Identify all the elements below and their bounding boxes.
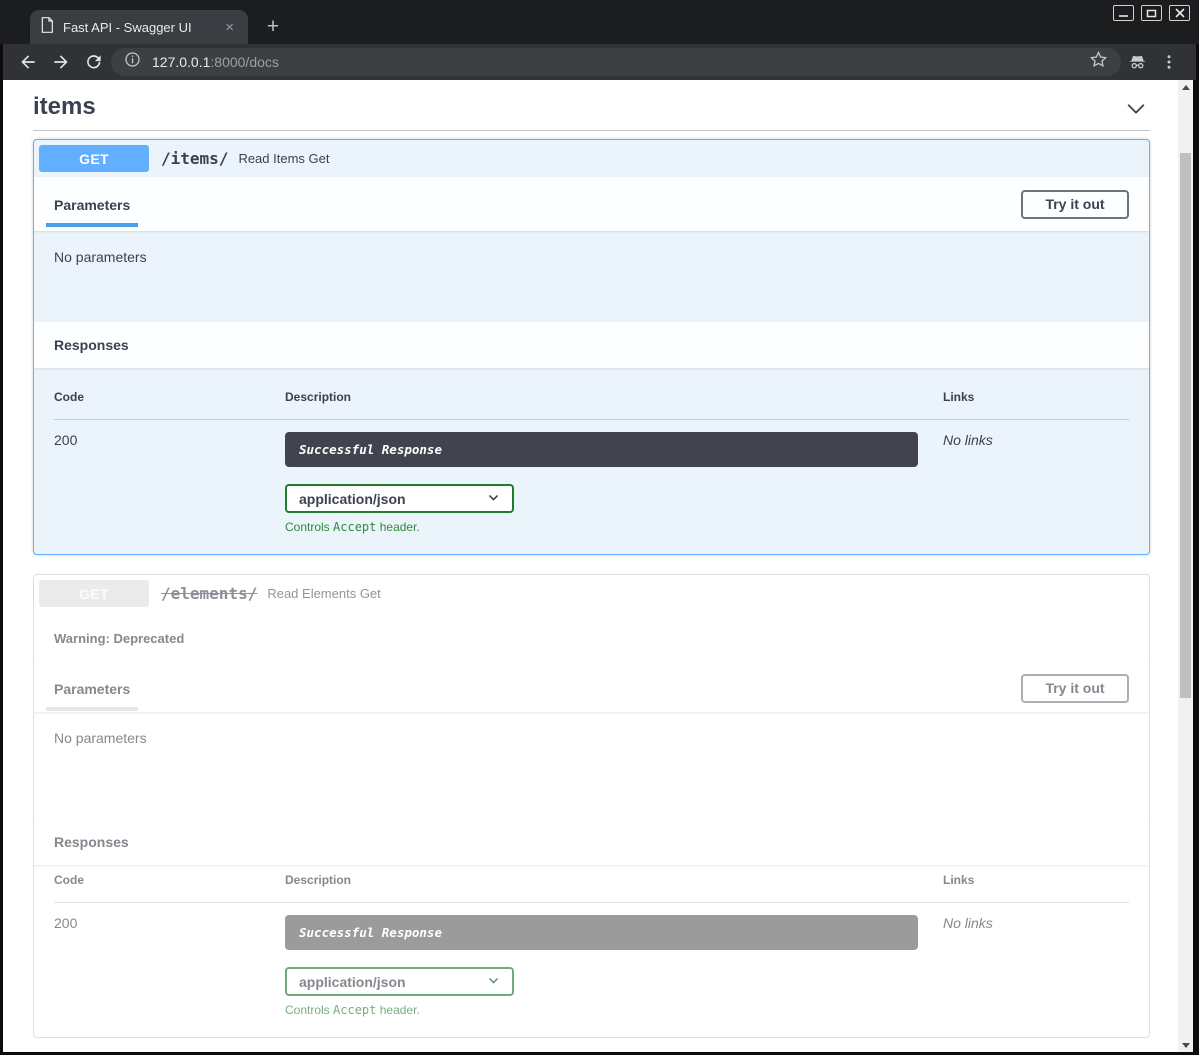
media-type-value: application/json [299, 491, 406, 507]
media-type-select[interactable]: application/json [285, 484, 514, 513]
column-description: Description [285, 390, 943, 404]
page-content: items GET /items/ Read Items Get Paramet… [3, 80, 1178, 1052]
select-chevron-icon [487, 974, 500, 990]
column-code: Code [54, 390, 285, 404]
responses-header: Responses [34, 819, 1149, 865]
endpoint-summary: Read Items Get [238, 151, 329, 166]
try-it-out-button[interactable]: Try it out [1021, 674, 1129, 703]
parameters-header: Parameters Try it out [34, 664, 1149, 712]
opblock-get-items: GET /items/ Read Items Get Parameters Tr… [33, 139, 1150, 555]
scrollbar-thumb[interactable] [1180, 153, 1191, 698]
bookmark-star-icon[interactable] [1089, 50, 1108, 74]
responses-columns: Code Description Links [54, 390, 1129, 420]
incognito-icon[interactable] [1127, 52, 1147, 72]
response-description: Successful Response application/json Con… [285, 432, 943, 534]
back-button[interactable] [18, 52, 38, 72]
tab-title: Fast API - Swagger UI [63, 20, 212, 35]
parameters-body: No parameters [34, 712, 1149, 819]
no-parameters-text: No parameters [54, 730, 147, 746]
page-favicon-icon [40, 17, 54, 38]
select-chevron-icon [487, 491, 500, 507]
endpoint-summary: Read Elements Get [267, 586, 380, 601]
response-description-text: Successful Response [299, 442, 442, 457]
try-it-out-button[interactable]: Try it out [1021, 190, 1129, 219]
response-description: Successful Response application/json Con… [285, 915, 943, 1017]
table-row: 200 Successful Response application/json… [54, 903, 1129, 1017]
response-description-box: Successful Response [285, 915, 918, 950]
scrollbar[interactable] [1178, 80, 1193, 1052]
opblock-summary[interactable]: GET /items/ Read Items Get [34, 140, 1149, 177]
chevron-down-icon[interactable] [1124, 97, 1148, 126]
method-badge: GET [39, 580, 149, 607]
minimize-button[interactable] [1113, 5, 1134, 21]
site-info-icon[interactable] [124, 51, 141, 73]
parameters-header: Parameters Try it out [34, 177, 1149, 231]
opblock-get-elements-deprecated: GET /elements/ Read Elements Get Warning… [33, 574, 1150, 1038]
url-host: 127.0.0.1 [152, 54, 210, 70]
forward-button[interactable] [51, 52, 71, 72]
browser-titlebar: Fast API - Swagger UI × + [0, 0, 1199, 44]
tab-parameters[interactable]: Parameters [54, 181, 130, 227]
url-bar[interactable]: 127.0.0.1:8000/docs [111, 48, 1121, 76]
page-title: items [33, 86, 1150, 121]
browser-tab[interactable]: Fast API - Swagger UI × [30, 10, 248, 44]
response-description-text: Successful Response [299, 925, 442, 940]
maximize-button[interactable] [1141, 5, 1162, 21]
media-type-select[interactable]: application/json [285, 967, 514, 996]
responses-header: Responses [34, 322, 1149, 368]
responses-columns: Code Description Links [54, 873, 1129, 903]
controls-accept-note: Controls Accept header. [285, 520, 943, 534]
deprecated-warning: Warning: Deprecated [34, 612, 1149, 664]
browser-toolbar: 127.0.0.1:8000/docs [3, 44, 1196, 80]
controls-accept-note: Controls Accept header. [285, 1003, 943, 1017]
window-controls [1113, 5, 1190, 21]
reload-button[interactable] [84, 52, 104, 72]
column-code: Code [54, 873, 285, 887]
responses-title: Responses [54, 834, 129, 850]
parameters-body: No parameters [34, 231, 1149, 322]
column-links: Links [943, 390, 1129, 404]
tab-parameters[interactable]: Parameters [54, 665, 130, 711]
no-parameters-text: No parameters [54, 249, 147, 265]
scroll-up-arrow-icon[interactable] [1178, 80, 1193, 94]
response-description-box: Successful Response [285, 432, 918, 467]
table-row: 200 Successful Response application/json… [54, 420, 1129, 534]
close-window-button[interactable] [1169, 5, 1190, 21]
responses-table: Code Description Links 200 Successful Re… [34, 865, 1149, 1037]
tag-section-items[interactable]: items [33, 86, 1150, 131]
url-text[interactable]: 127.0.0.1:8000/docs [152, 54, 1089, 70]
menu-dots-icon[interactable] [1160, 52, 1180, 72]
response-code: 200 [54, 915, 285, 1017]
endpoint-path: /items/ [149, 149, 238, 168]
scroll-down-arrow-icon[interactable] [1178, 1038, 1193, 1052]
responses-table: Code Description Links 200 Successful Re… [34, 368, 1149, 554]
new-tab-button[interactable]: + [262, 16, 284, 37]
opblock-summary[interactable]: GET /elements/ Read Elements Get [34, 575, 1149, 612]
no-links-text: No links [943, 915, 1129, 1017]
tab-close-icon[interactable]: × [221, 18, 238, 37]
media-type-value: application/json [299, 974, 406, 990]
response-code: 200 [54, 432, 285, 534]
endpoint-path: /elements/ [149, 584, 267, 603]
column-links: Links [943, 873, 1129, 887]
responses-title: Responses [54, 337, 129, 353]
method-badge: GET [39, 145, 149, 172]
url-path: :8000/docs [210, 54, 279, 70]
column-description: Description [285, 873, 943, 887]
no-links-text: No links [943, 432, 1129, 534]
